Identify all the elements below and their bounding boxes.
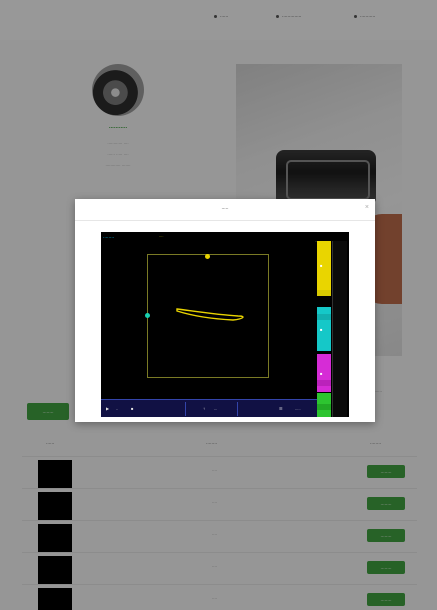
channel-strip-glyph: ■ <box>320 326 323 332</box>
play-icon[interactable]: ▶ <box>106 406 109 411</box>
scope-sidebar <box>332 241 347 417</box>
channel-3-strip[interactable]: ■ <box>317 354 331 392</box>
xy-trace <box>176 308 244 321</box>
channel-4-tag <box>317 404 331 410</box>
oscilloscope-screenshot: ........ .... .... ■ ■ ■ ■ ▶ .. ■ <box>101 232 349 417</box>
page: ...... .............. ........... ......… <box>0 0 437 610</box>
bottom-separator <box>237 402 238 416</box>
modal-title: ..... <box>221 205 229 211</box>
image-modal: ..... × ........ .... .... ■ ■ ■ ■ ▶ <box>75 199 375 422</box>
channel-strip-glyph: ■ <box>320 371 323 377</box>
channel-1-tag <box>317 290 331 296</box>
channel-2-tag <box>317 314 331 320</box>
modal-divider <box>75 220 375 221</box>
cursor-icon[interactable]: ↑ <box>203 406 205 411</box>
trace-layer <box>176 308 244 321</box>
scope-bottom-bar: ▶ .. ■ ↑ ... ☰ ..... <box>101 399 317 417</box>
close-icon[interactable]: × <box>365 204 369 211</box>
stop-icon[interactable]: ■ <box>131 406 133 411</box>
bottom-right-label: ..... <box>295 406 301 411</box>
channel-strip-glyph: ■ <box>320 263 323 269</box>
bottom-mid-label: ... <box>214 406 218 411</box>
menu-icon[interactable]: ☰ <box>279 406 283 411</box>
channel-3-tag <box>317 380 331 386</box>
bottom-separator <box>185 402 186 416</box>
bottom-left-label: .. <box>116 406 119 411</box>
channel-1-strip[interactable]: ■ <box>317 241 331 290</box>
